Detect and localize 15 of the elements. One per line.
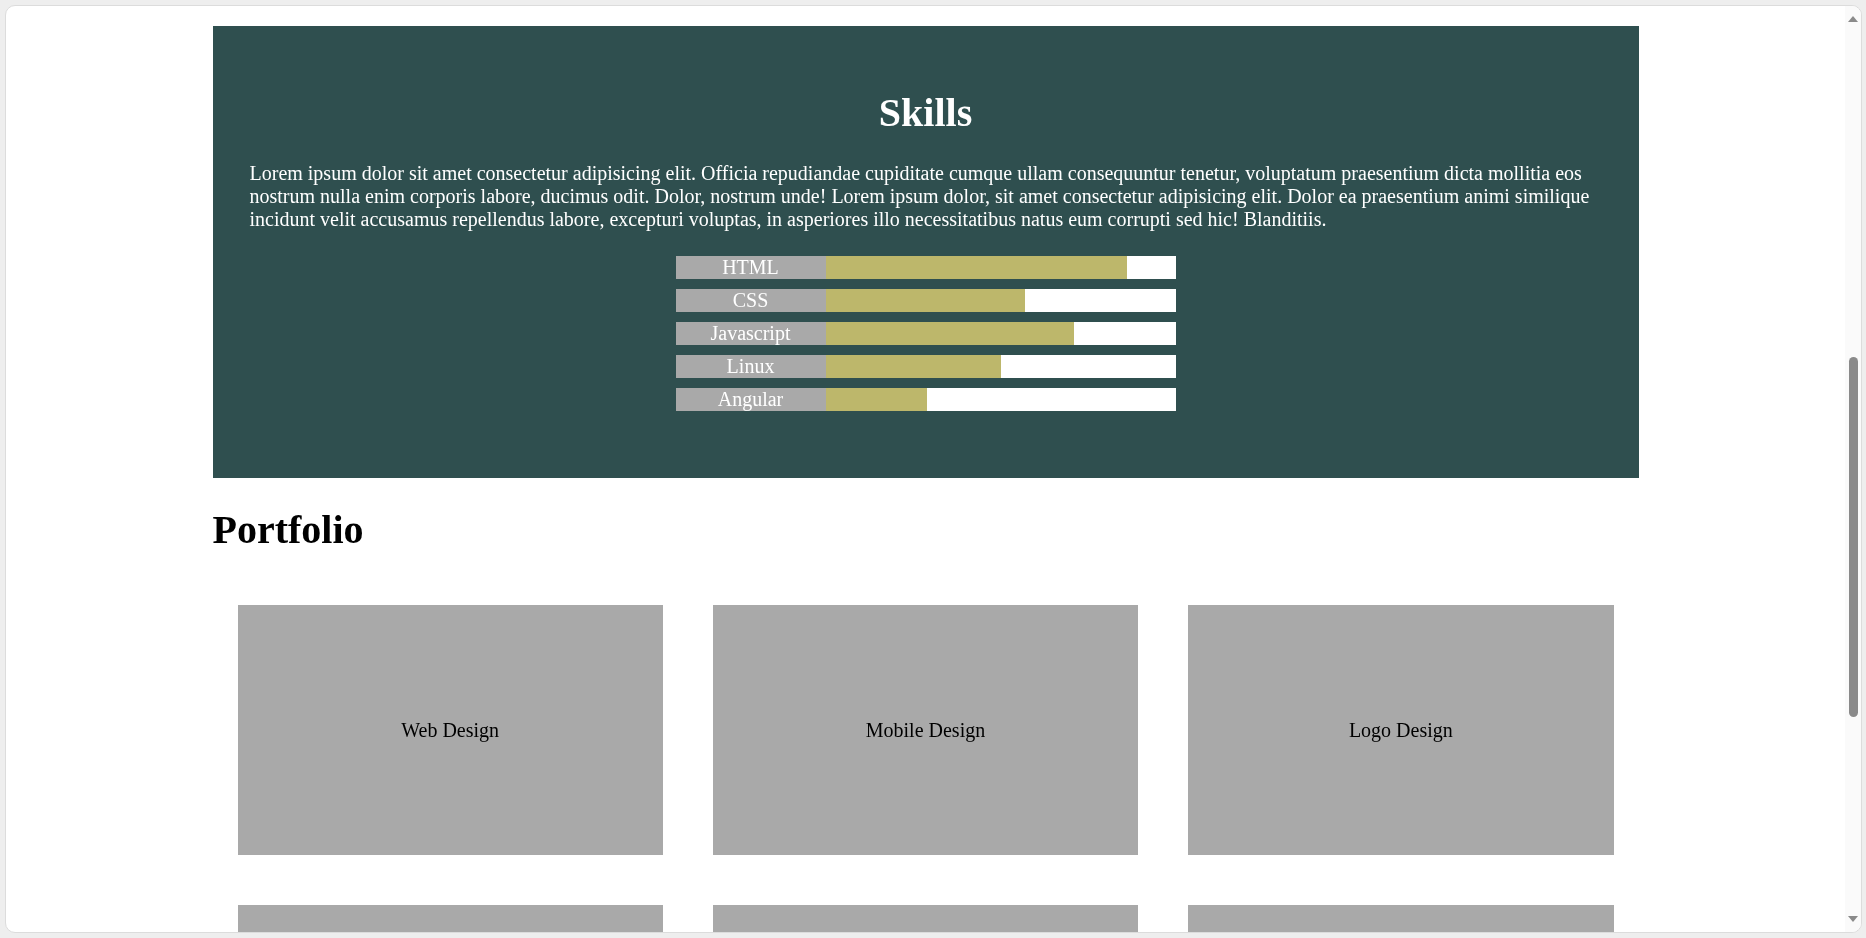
section-title: Portfolio bbox=[212, 507, 365, 553]
scroll-down-icon[interactable] bbox=[1848, 916, 1858, 922]
scroll-up-icon[interactable] bbox=[1848, 16, 1858, 22]
scrollbar-thumb[interactable] bbox=[1848, 357, 1858, 717]
skill-label: HTML bbox=[675, 256, 826, 279]
skills-description: Lorem ipsum dolor sit amet consectetur adipisicing elit. Officia repudiandae cupiditate cumque ullam consequuntur tenetur, voluptatum praesentium dicta mollitia eos nostrum nulla enim corporis labore, ducimus odit. Dolor, nostrum unde! Lorem ipsum dolor, sit amet consectetur adipisicing elit. Dolor ea praesentium animi similique incidunt velit accusamus repellendus labore, excepturi voluptas, in asperiores illo necessitatibus natus eum corrupti sed hic! Blanditiis. bbox=[249, 162, 1591, 231]
skill-label: Linux bbox=[675, 355, 826, 378]
skill-label: CSS bbox=[675, 289, 826, 312]
skill-label: Javascript bbox=[675, 322, 826, 345]
skill-label: Angular bbox=[675, 388, 826, 411]
card-title: Logo Design bbox=[1348, 718, 1453, 742]
scrollbar[interactable] bbox=[1845, 6, 1861, 932]
section-title: Skills bbox=[878, 90, 973, 136]
card-title: Mobile Design bbox=[865, 718, 986, 742]
card-title: Web Design bbox=[401, 718, 500, 742]
